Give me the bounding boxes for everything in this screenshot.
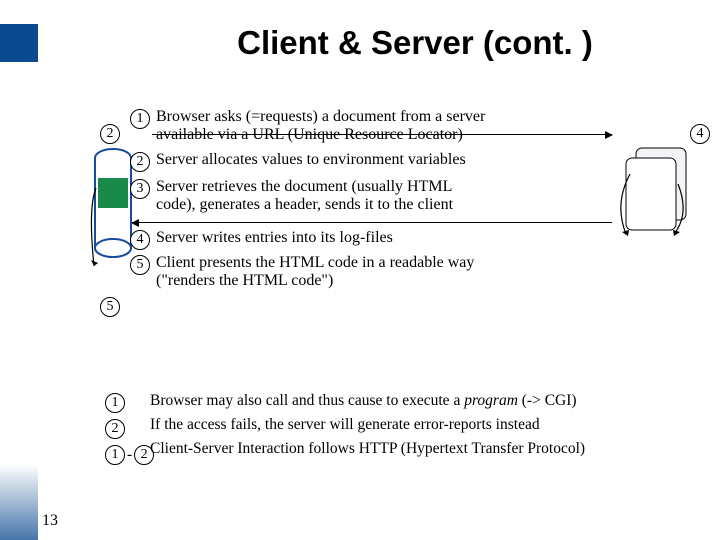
step-badge: 2 <box>130 152 150 172</box>
footnote-badge: 1 <box>105 393 125 413</box>
step-badge: 3 <box>130 179 150 199</box>
footnote-italic: program <box>464 392 518 409</box>
step-3: 3 Server retrieves the document (usually… <box>130 178 710 215</box>
step-5: 5 Client presents the HTML code in a rea… <box>130 254 710 291</box>
page-number: 13 <box>42 512 58 530</box>
step-badge: 1 <box>130 109 150 129</box>
corner-accent <box>0 24 38 62</box>
footnote-row: Client-Server Interaction follows HTTP (… <box>150 440 710 458</box>
step-text: Client presents the HTML code in a reada… <box>156 254 474 271</box>
step-badge: 4 <box>130 230 150 250</box>
step-badge: 5 <box>130 255 150 275</box>
step-text: code), generates a header, sends it to t… <box>156 196 453 213</box>
step-2: 2 Server allocates values to environment… <box>130 151 710 172</box>
step-text: Server writes entries into its log-files <box>156 229 393 246</box>
footnote-text: (-> CGI) <box>518 392 577 409</box>
step-text: available via a URL (Unique Resource Loc… <box>156 126 463 143</box>
badge-client-5: 5 <box>100 297 120 317</box>
step-text: ("renders the HTML code") <box>156 272 333 289</box>
footnote-badge: 1 <box>105 445 125 465</box>
footnote-row: Browser may also call and thus cause to … <box>150 392 710 410</box>
step-list: 1 Browser asks (=requests) a document fr… <box>130 108 710 294</box>
dash: - <box>127 446 132 464</box>
step-4: 4 Server writes entries into its log-fil… <box>130 229 710 250</box>
step-text: Server retrieves the document (usually H… <box>156 178 452 195</box>
footnote-markers: 1 2 1 - 2 <box>105 392 154 465</box>
badge-client-2: 2 <box>100 124 120 144</box>
side-gradient <box>0 464 38 540</box>
page-title: Client & Server (cont. ) <box>110 24 720 62</box>
step-1: 1 Browser asks (=requests) a document fr… <box>130 108 710 145</box>
footnote-badge: 2 <box>105 419 125 439</box>
footnotes: Browser may also call and thus cause to … <box>150 392 710 464</box>
step-text: Server allocates values to environment v… <box>156 151 466 168</box>
footnote-row: If the access fails, the server will gen… <box>150 416 710 434</box>
footnote-text: Browser may also call and thus cause to … <box>150 392 464 409</box>
footnote-text: Client-Server Interaction follows HTTP (… <box>150 440 585 458</box>
slide: Client & Server (cont. ) 2 5 4 1 Browser… <box>0 24 720 540</box>
footnote-text: If the access fails, the server will gen… <box>150 416 540 434</box>
step-text: Browser asks (=requests) a document from… <box>156 108 485 125</box>
